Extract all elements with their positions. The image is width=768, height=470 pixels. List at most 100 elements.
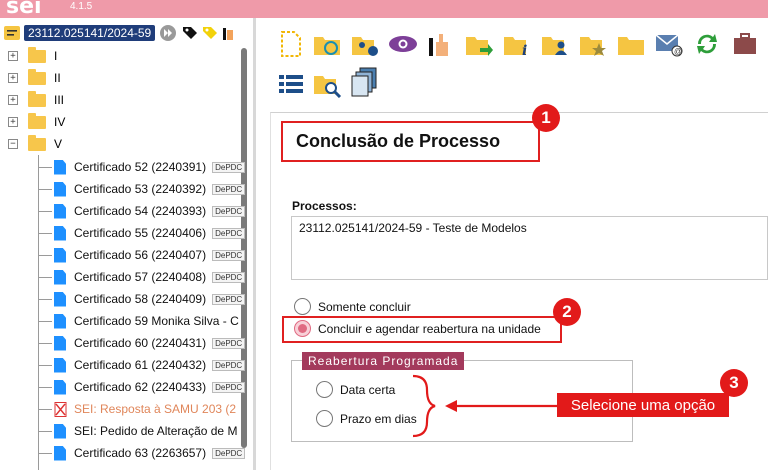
document-icon: [54, 335, 66, 351]
tree-document[interactable]: Certificado 52 (2240391) DePDC: [38, 156, 248, 178]
tag-black-icon[interactable]: [181, 24, 199, 42]
document-icon: [54, 379, 66, 395]
tree-document[interactable]: Certificado 62 (2240433) DePDC: [38, 376, 248, 398]
document-icon: [54, 313, 66, 329]
expand-icon[interactable]: +: [8, 73, 18, 83]
app-version: 4.1.5: [70, 1, 93, 12]
assign-user-icon[interactable]: [540, 30, 570, 58]
unit-tag: DePDC: [212, 381, 246, 393]
process-item: 23112.025141/2024-59 - Teste de Modelos: [299, 221, 527, 235]
refresh-icon[interactable]: [692, 30, 722, 58]
sign-icon[interactable]: [426, 30, 456, 58]
option-days[interactable]: Prazo em dias: [316, 410, 417, 427]
info-icon[interactable]: i: [502, 30, 532, 58]
option-only-conclude[interactable]: Somente concluir: [294, 298, 411, 315]
tree-document[interactable]: SEI: Pedido de Alteração de M: [38, 420, 248, 442]
annotation-badge-3: 3: [720, 369, 748, 397]
tree-document[interactable]: Certificado 59 Monika Silva - C: [38, 310, 248, 332]
cancelled-document-icon: [54, 401, 67, 417]
folder-IV[interactable]: + IV: [8, 112, 65, 132]
expand-icon[interactable]: +: [8, 117, 18, 127]
tree-document[interactable]: Certificado 58 (2240409) DePDC: [38, 288, 248, 310]
document-icon: [54, 159, 66, 175]
unit-tag: DePDC: [212, 293, 246, 305]
list-icon[interactable]: [276, 70, 306, 98]
expand-icon[interactable]: +: [8, 51, 18, 61]
collapse-icon[interactable]: −: [8, 139, 18, 149]
folder-I[interactable]: + I: [8, 46, 57, 66]
unit-tag: DePDC: [212, 205, 246, 217]
radio-only-conclude[interactable]: [294, 298, 311, 315]
process-header[interactable]: 23112.025141/2024-59: [4, 24, 235, 42]
option-label: Data certa: [340, 382, 396, 397]
svg-text:i: i: [522, 43, 527, 57]
folder-II[interactable]: + II: [8, 68, 61, 88]
tree-document[interactable]: Certificado 54 (2240393) DePDC: [38, 200, 248, 222]
annotation-callout: Selecione uma opção: [557, 393, 729, 417]
reopen-legend: Reabertura Programada: [302, 352, 465, 370]
folder-label: III: [54, 93, 65, 107]
marker-icon[interactable]: [221, 24, 235, 42]
tag-yellow-icon[interactable]: [201, 24, 219, 42]
folder-label: V: [54, 137, 63, 151]
fast-forward-icon[interactable]: [159, 24, 177, 42]
unit-tag: DePDC: [212, 227, 246, 239]
documents-icon[interactable]: [350, 67, 380, 97]
tree-document[interactable]: Certificado 56 (2240407) DePDC: [38, 244, 248, 266]
process-tree-panel: 23112.025141/2024-59 + I + II + III + IV…: [0, 18, 252, 470]
unit-tag: DePDC: [212, 447, 246, 459]
suitcase-icon[interactable]: [730, 30, 760, 58]
folder-icon[interactable]: [616, 30, 646, 58]
annotation-badge-2: 2: [553, 298, 581, 326]
document-icon: [54, 181, 66, 197]
unit-tag: DePDC: [212, 359, 246, 371]
document-icon: [54, 269, 66, 285]
tree-document[interactable]: Certificado 63 (2263657) DePDC: [38, 442, 248, 464]
email-icon[interactable]: @: [654, 30, 684, 58]
users-settings-icon[interactable]: [350, 30, 380, 58]
top-bar: sei 4.1.5: [0, 0, 768, 19]
app-logo: sei: [6, 0, 42, 19]
document-icon: [54, 203, 66, 219]
folder-icon: [28, 68, 46, 85]
tree-document[interactable]: Certificado 57 (2240408) DePDC: [38, 266, 248, 288]
folder-V[interactable]: − V: [8, 134, 62, 154]
processes-label: Processos:: [292, 199, 357, 213]
process-icon: [4, 26, 20, 40]
radio-days[interactable]: [316, 410, 333, 427]
document-icon: [54, 357, 66, 373]
unit-tag: DePDC: [212, 271, 246, 283]
tree-document[interactable]: Certificado 55 (2240406) DePDC: [38, 222, 248, 244]
process-toolbar: i @: [270, 28, 768, 104]
process-number[interactable]: 23112.025141/2024-59: [24, 25, 156, 41]
document-icon: [54, 445, 66, 461]
option-date[interactable]: Data certa: [316, 381, 395, 398]
radio-date[interactable]: [316, 381, 333, 398]
visualize-icon[interactable]: [388, 30, 418, 58]
tree-document[interactable]: Certificado 61 (2240432) DePDC: [38, 354, 248, 376]
unit-tag: DePDC: [212, 161, 246, 173]
folder-label: IV: [54, 115, 66, 129]
page-title: Conclusão de Processo: [281, 121, 540, 162]
new-document-icon[interactable]: [276, 30, 306, 58]
tree-document-cancelled[interactable]: SEI: Resposta à SAMU 203 (2: [38, 398, 248, 420]
send-process-icon[interactable]: [464, 30, 494, 58]
annotation-highlight-2: [282, 316, 562, 343]
option-label: Somente concluir: [318, 299, 411, 314]
folder-label: I: [54, 49, 58, 63]
processes-list[interactable]: 23112.025141/2024-59 - Teste de Modelos: [291, 216, 768, 280]
tree-document[interactable]: Certificado 60 (2240431) DePDC: [38, 332, 248, 354]
favorite-icon[interactable]: [578, 30, 608, 58]
panel-divider[interactable]: [253, 18, 256, 470]
tree-document[interactable]: Certificado 53 (2240392) DePDC: [38, 178, 248, 200]
unit-tag: DePDC: [212, 183, 246, 195]
search-folder-icon[interactable]: [312, 70, 342, 98]
folder-III[interactable]: + III: [8, 90, 64, 110]
unit-tag: DePDC: [212, 337, 246, 349]
folder-icon: [28, 46, 46, 63]
expand-icon[interactable]: +: [8, 95, 18, 105]
folder-icon: [28, 112, 46, 129]
annotation-badge-1: 1: [532, 104, 560, 132]
process-relation-icon[interactable]: [312, 30, 342, 58]
folder-label: II: [54, 71, 61, 85]
